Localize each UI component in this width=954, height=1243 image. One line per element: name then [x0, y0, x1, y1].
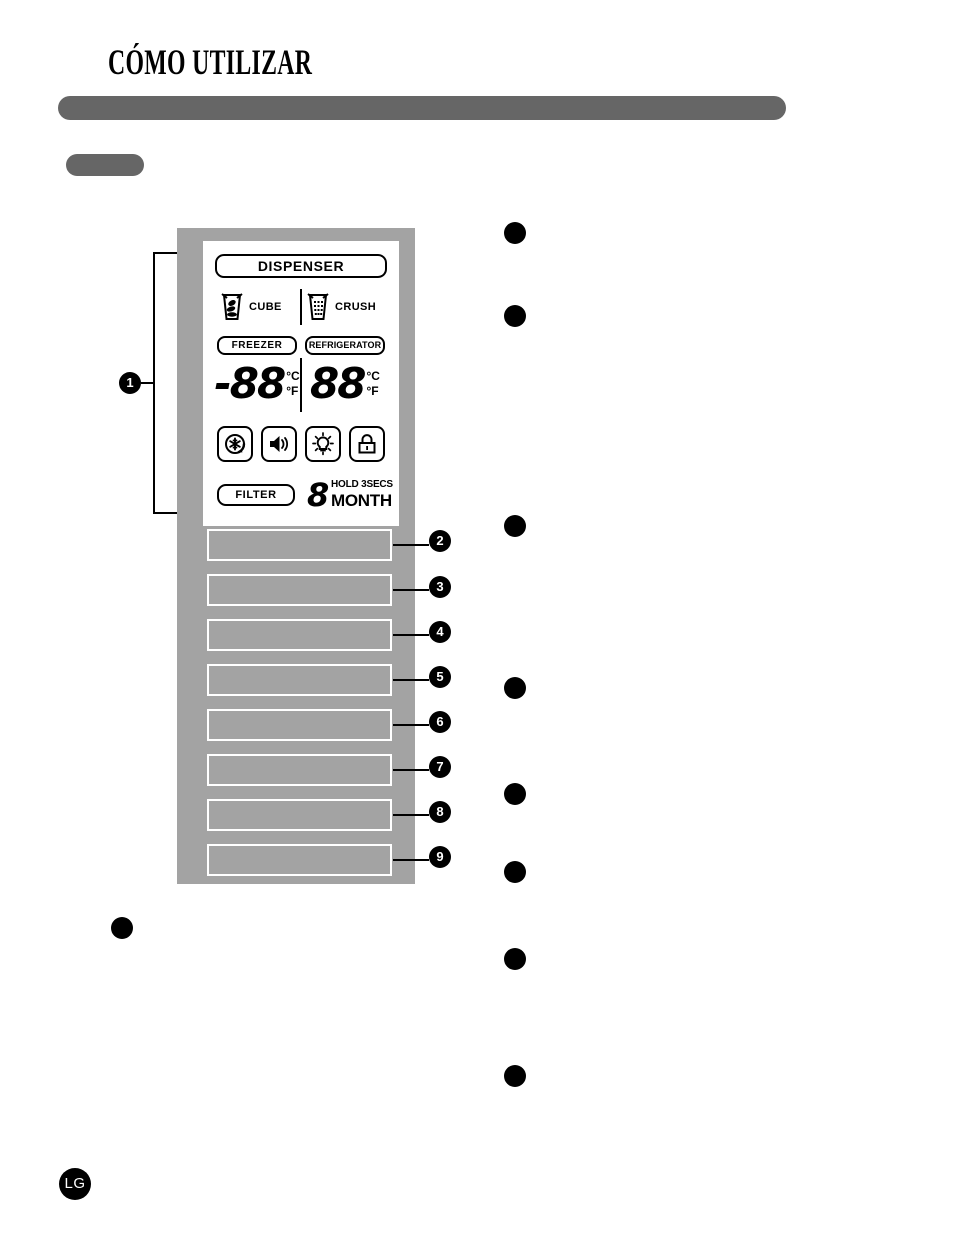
callout-marker-5[interactable]: 5: [429, 666, 451, 688]
callout-bracket-1: [153, 252, 177, 514]
right-column-bullet-1: [504, 222, 526, 244]
callout-marker-9[interactable]: 9: [429, 846, 451, 868]
right-column-bullet-2: [504, 305, 526, 327]
freezer-unit-celsius: °C: [286, 369, 300, 383]
right-column-bullet-3: [504, 515, 526, 537]
filter-row: FILTER 8 HOLD 3SECS MONTH: [215, 476, 393, 514]
temperature-row-divider: [300, 358, 302, 412]
control-bar-2[interactable]: [207, 529, 392, 561]
callout-marker-6[interactable]: 6: [429, 711, 451, 733]
freezer-digits: -88: [214, 359, 286, 408]
page-title: CÓMO UTILIZAR: [108, 42, 313, 82]
filter-month-digit: 8: [307, 476, 330, 514]
light-bulb-icon: [312, 432, 334, 456]
speaker-sound-icon: [270, 436, 289, 452]
right-column-bullet-8: [504, 1065, 526, 1087]
lg-logo: LG: [59, 1168, 91, 1200]
callout-marker-7[interactable]: 7: [429, 756, 451, 778]
freezer-unit-fahrenheit: °F: [286, 384, 299, 398]
control-bar-8[interactable]: [207, 799, 392, 831]
refrigerator-unit-fahrenheit: °F: [366, 384, 379, 398]
refrigerator-temperature-group: REFRIGERATOR 88 °C °F: [303, 336, 387, 416]
control-bar-4[interactable]: [207, 619, 392, 651]
filter-month-text: MONTH: [331, 491, 392, 510]
dispenser-label: DISPENSER: [215, 254, 387, 278]
leader-line-8: [393, 814, 429, 816]
leader-line-6: [393, 724, 429, 726]
express-freeze-button[interactable]: [217, 426, 253, 462]
freezer-temperature-value: -88 °C °F: [214, 356, 300, 412]
leader-line-7: [393, 769, 429, 771]
ice-option-crush-label: CRUSH: [335, 301, 377, 313]
control-panel-illustration: DISPENSER CUBE CRUSH FREEZER -88 °C °F R…: [177, 228, 415, 884]
lcd-display: DISPENSER CUBE CRUSH FREEZER -88 °C °F R…: [203, 241, 399, 526]
callout-bracket-1-stem: [141, 382, 155, 384]
ice-cube-glass-icon: [221, 293, 243, 320]
callout-marker-4[interactable]: 4: [429, 621, 451, 643]
ice-type-row: CUBE CRUSH: [215, 288, 387, 326]
express-freeze-icon: [225, 434, 246, 454]
control-bar-6[interactable]: [207, 709, 392, 741]
refrigerator-digits: 88: [310, 359, 366, 408]
temperature-row: FREEZER -88 °C °F REFRIGERATOR 88 °C °F: [214, 336, 387, 416]
header-rule-bar: [58, 96, 786, 120]
leader-line-3: [393, 589, 429, 591]
lock-icon: [358, 434, 376, 454]
lock-button[interactable]: [349, 426, 385, 462]
right-column-bullet-5: [504, 783, 526, 805]
control-bar-7[interactable]: [207, 754, 392, 786]
leader-line-5: [393, 679, 429, 681]
refrigerator-unit-celsius: °C: [366, 369, 380, 383]
left-column-bullet-1: [111, 917, 133, 939]
crushed-ice-glass-icon: [307, 293, 329, 320]
leader-line-9: [393, 859, 429, 861]
ice-option-crush[interactable]: CRUSH: [307, 288, 376, 326]
control-bar-5[interactable]: [207, 664, 392, 696]
ice-option-cube[interactable]: CUBE: [221, 288, 282, 326]
right-column-bullet-4: [504, 677, 526, 699]
callout-marker-2[interactable]: 2: [429, 530, 451, 552]
ice-row-divider: [300, 289, 302, 325]
callout-marker-1[interactable]: 1: [119, 372, 141, 394]
sound-button[interactable]: [261, 426, 297, 462]
function-button-row: [215, 426, 387, 464]
freezer-label: FREEZER: [217, 336, 297, 355]
right-column-bullet-6: [504, 861, 526, 883]
control-bar-9[interactable]: [207, 844, 392, 876]
refrigerator-label: REFRIGERATOR: [305, 336, 385, 355]
right-column-bullet-7: [504, 948, 526, 970]
filter-label[interactable]: FILTER: [217, 484, 295, 506]
callout-marker-8[interactable]: 8: [429, 801, 451, 823]
leader-line-4: [393, 634, 429, 636]
filter-hold-text: HOLD 3SECS: [331, 479, 393, 490]
refrigerator-temperature-value: 88 °C °F: [303, 356, 387, 412]
control-bar-3[interactable]: [207, 574, 392, 606]
freezer-temperature-group: FREEZER -88 °C °F: [214, 336, 300, 416]
ice-option-cube-label: CUBE: [249, 301, 282, 313]
callout-marker-3[interactable]: 3: [429, 576, 451, 598]
light-button[interactable]: [305, 426, 341, 462]
leader-line-2: [393, 544, 429, 546]
section-tab-bar: [66, 154, 144, 176]
lg-logo-text: LG: [64, 1175, 86, 1192]
